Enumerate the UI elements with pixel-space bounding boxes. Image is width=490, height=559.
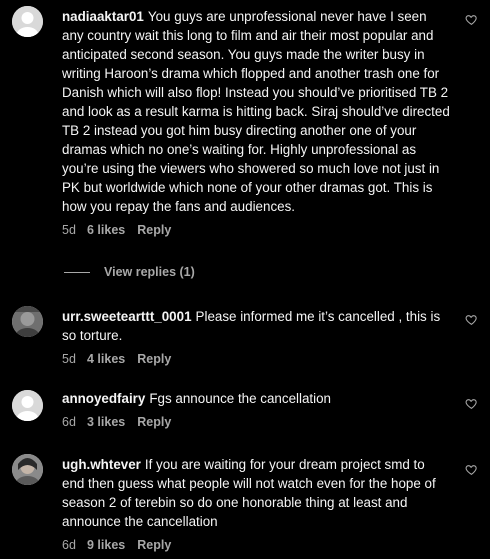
comment-username[interactable]: ugh.whtever xyxy=(62,457,141,472)
avatar[interactable] xyxy=(12,454,43,485)
comment-likes[interactable]: 9 likes xyxy=(87,536,125,555)
default-avatar-icon xyxy=(12,6,43,37)
reply-button[interactable]: Reply xyxy=(137,536,171,555)
comment-text: urr.sweetearttt_0001 Please informed me i… xyxy=(62,307,450,345)
comment-age: 6d xyxy=(62,415,76,429)
comment-meta: 6d 9 likes Reply xyxy=(62,536,450,555)
comment-likes[interactable]: 4 likes xyxy=(87,350,125,369)
comment-body: You guys are unprofessional never have I… xyxy=(62,9,450,214)
comment-text: ugh.whtever If you are waiting for your d… xyxy=(62,455,450,531)
comment-age: 6d xyxy=(62,538,76,552)
avatar[interactable] xyxy=(12,6,43,37)
reply-button[interactable]: Reply xyxy=(137,413,171,432)
default-avatar-icon xyxy=(12,390,43,421)
profile-photo-icon xyxy=(12,306,43,337)
comment-text: nadiaaktar01 You guys are unprofessional … xyxy=(62,7,450,216)
reply-button[interactable]: Reply xyxy=(137,221,171,240)
comment-username[interactable]: annoyedfairy xyxy=(62,391,145,406)
heart-outline-icon[interactable] xyxy=(465,463,478,476)
view-replies-divider xyxy=(64,271,90,273)
comment-meta: 5d 4 likes Reply xyxy=(62,350,450,369)
comment-age: 5d xyxy=(62,352,76,366)
heart-outline-icon[interactable] xyxy=(465,313,478,326)
heart-outline-icon[interactable] xyxy=(465,397,478,410)
comment-username[interactable]: nadiaaktar01 xyxy=(62,9,144,24)
comment-username[interactable]: urr.sweetearttt_0001 xyxy=(62,309,192,324)
comment-text: annoyedfairy Fgs announce the cancellatio… xyxy=(62,389,450,408)
comment-age: 5d xyxy=(62,223,76,237)
comment-body: Fgs announce the cancellation xyxy=(149,391,332,406)
reply-button[interactable]: Reply xyxy=(137,350,171,369)
view-replies-label: View replies (1) xyxy=(104,264,195,279)
comment-likes[interactable]: 6 likes xyxy=(87,221,125,240)
avatar[interactable] xyxy=(12,390,43,421)
profile-photo-icon xyxy=(12,454,43,485)
comment-likes[interactable]: 3 likes xyxy=(87,413,125,432)
avatar[interactable] xyxy=(12,306,43,337)
comment-meta: 6d 3 likes Reply xyxy=(62,413,450,432)
heart-outline-icon[interactable] xyxy=(465,13,478,26)
view-replies-button[interactable]: View replies (1) xyxy=(64,262,195,282)
comment-meta: 5d 6 likes Reply xyxy=(62,221,450,240)
